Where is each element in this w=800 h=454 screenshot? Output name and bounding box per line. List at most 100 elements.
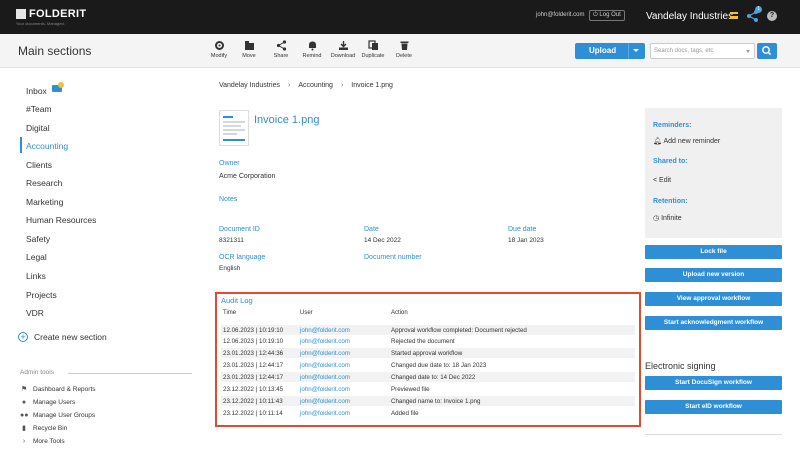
date-value: 14 Dec 2022 [364,237,401,244]
admin-more-tools[interactable]: › More Tools [20,438,65,445]
table-row: 12.06.2023 | 10:19:10 john@folderit.com … [221,325,635,335]
retention-value[interactable]: ◷ Infinite [653,214,682,222]
breadcrumb-section[interactable]: Accounting [298,82,333,89]
admin-item-label: Manage User Groups [33,412,96,419]
table-row: 23.12.2022 | 10:11:43 john@folderit.com … [221,396,635,406]
row-action: Changed date to: 14 Dec 2022 [391,374,476,381]
delete-label: Delete [396,53,412,59]
row-user[interactable]: john@folderit.com [300,410,350,417]
row-user[interactable]: john@folderit.com [300,362,350,369]
retention-value-label: Infinite [661,215,682,222]
admin-manage-user-groups[interactable]: ●● Manage User Groups [20,412,95,419]
page-title: Main sections [18,44,92,58]
copy-icon [367,40,378,50]
row-user[interactable]: john@folderit.com [300,338,350,345]
notes-label[interactable]: Notes [219,196,237,203]
table-row: 23.01.2023 | 12:44:17 john@folderit.com … [221,360,635,370]
sidebar-item-legal[interactable]: Legal [26,252,47,262]
row-time: 23.12.2022 | 10:13:45 [223,386,284,393]
document-thumbnail[interactable] [219,110,249,146]
move-icon [244,41,254,50]
row-user[interactable]: john@folderit.com [300,374,350,381]
search-input[interactable]: Search docs, tags, etc [650,43,755,59]
row-user[interactable]: john@folderit.com [300,350,350,357]
breadcrumb-org[interactable]: Vandelay Industries [219,82,280,89]
upload-button[interactable]: Upload [575,43,645,59]
due-date-label: Due date [508,226,537,233]
owner-label: Owner [219,160,240,167]
share-icon [276,40,286,51]
start-eid-workflow-button[interactable]: Start eID workflow [645,400,782,414]
toolbar: Main sections Modify Move Share Remind D… [0,34,800,68]
trash-icon [400,41,408,50]
sidebar-item-team[interactable]: #Team [26,104,52,114]
move-button[interactable]: Move [231,40,267,59]
chevron-right-icon: › [340,82,344,89]
logout-button[interactable]: ⏻ Log Out [589,10,625,21]
divider [645,434,782,435]
row-action: Changed due date to: 18 Jan 2023 [391,362,487,369]
ocr-language-label: OCR language [219,254,266,261]
sidebar-item-marketing[interactable]: Marketing [26,197,63,207]
row-action: Rejected the document [391,338,455,345]
retention-label: Retention: [653,198,688,205]
row-action: Started approval workflow [391,350,463,357]
delete-button[interactable]: Delete [386,40,422,59]
edit-sharing-link[interactable]: < Edit [653,177,671,184]
thumbnail-line [223,129,245,131]
start-acknowledgment-workflow-button[interactable]: Start acknowledgment workflow [645,316,782,330]
sidebar-item-safety[interactable]: Safety [26,234,50,244]
hamburger-menu-icon[interactable] [730,12,738,19]
sidebar-item-links[interactable]: Links [26,271,46,281]
sidebar-item-research[interactable]: Research [26,178,62,188]
sidebar-item-inbox[interactable]: Inbox [26,86,47,96]
admin-item-label: Recycle Bin [33,425,68,432]
create-section-button[interactable]: + Create new section [18,332,107,342]
table-row: 23.12.2022 | 10:11:14 john@folderit.com … [221,408,635,418]
start-docusign-workflow-button[interactable]: Start DocuSign workflow [645,376,782,390]
sidebar-item-human-resources[interactable]: Human Resources [26,215,96,225]
chart-icon: ⚑ [20,386,28,393]
row-user[interactable]: john@folderit.com [300,386,350,393]
row-user[interactable]: john@folderit.com [300,327,350,334]
table-row: 12.06.2023 | 10:19:10 john@folderit.com … [221,336,635,346]
logo[interactable]: FOLDERIT [16,8,86,20]
search-placeholder: Search docs, tags, etc [654,48,714,54]
organization-name[interactable]: Vandelay Industries [646,11,733,22]
row-user[interactable]: john@folderit.com [300,398,350,405]
view-approval-workflow-button[interactable]: View approval workflow [645,292,782,306]
chevron-down-icon[interactable] [633,49,639,52]
help-icon[interactable]: ? [767,11,777,21]
search-button[interactable] [757,43,777,59]
admin-recycle-bin[interactable]: ▮ Recycle Bin [20,425,67,432]
sidebar-item-projects[interactable]: Projects [26,290,57,300]
sidebar-item-clients[interactable]: Clients [26,160,52,170]
user-icon: ● [21,399,27,406]
divider [68,373,192,374]
sidebar-item-digital[interactable]: Digital [26,123,50,133]
document-info-panel: Reminders: 🔔︎ Add new reminder Shared to… [645,108,782,238]
lock-file-button[interactable]: Lock file [645,245,782,259]
row-time: 23.01.2023 | 12:44:17 [223,362,284,369]
thumbnail-line [223,139,245,141]
sidebar-item-accounting[interactable]: Accounting [26,141,68,151]
logout-label: Log Out [599,12,621,18]
row-time: 23.12.2022 | 10:11:43 [223,398,283,405]
sidebar-item-vdr[interactable]: VDR [26,308,44,318]
add-reminder-link[interactable]: 🔔︎ Add new reminder [653,137,720,145]
row-action: Previewed file [391,386,430,393]
row-time: 23.01.2023 | 12:44:36 [223,350,284,357]
logo-icon [16,9,26,19]
logo-tagline: Your documents. Managed. [16,21,65,26]
admin-manage-users[interactable]: ● Manage Users [20,399,75,406]
bell-icon: 🔔︎ [653,138,664,145]
upload-new-version-button[interactable]: Upload new version [645,268,782,282]
row-action: Approval workflow completed: Document re… [391,327,527,334]
chevron-down-icon[interactable] [746,50,750,53]
column-header-user: User [300,310,313,316]
document-title[interactable]: Invoice 1.png [254,114,319,126]
thumbnail-line [223,116,233,118]
audit-log-title[interactable]: Audit Log [221,296,253,305]
admin-dashboard-reports[interactable]: ⚑ Dashboard & Reports [20,386,96,393]
column-header-action: Action [391,310,408,316]
